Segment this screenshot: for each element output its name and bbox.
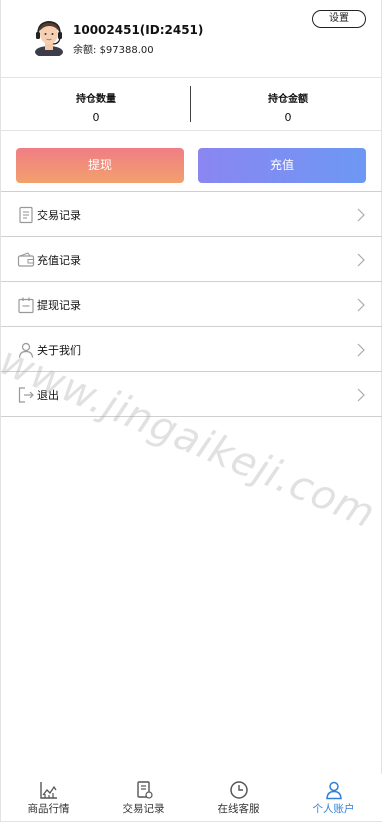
user-icon <box>325 781 342 800</box>
tab-trade-records[interactable]: 交易记录 <box>96 774 191 821</box>
menu-item-about-us[interactable]: 关于我们 <box>1 327 382 372</box>
menu-item-logout[interactable]: 退出 <box>1 372 382 417</box>
menu-item-label: 提现记录 <box>37 299 81 312</box>
balance-label: 余额: <box>73 45 97 56</box>
tab-online-service[interactable]: 在线客服 <box>191 774 286 821</box>
menu-item-withdraw-records[interactable]: 提现记录 <box>1 282 382 327</box>
tab-label: 交易记录 <box>122 803 165 815</box>
tab-label: 在线客服 <box>217 803 260 815</box>
document-icon <box>19 206 33 224</box>
clock-icon <box>229 781 248 799</box>
avatar <box>35 21 63 56</box>
chart-icon <box>39 782 57 799</box>
settings-button[interactable]: 设置 <box>312 10 366 28</box>
menu-item-label: 关于我们 <box>37 344 81 357</box>
holding-quantity: 持仓数量 0 <box>1 78 191 131</box>
user-id: 10002451(ID:2451) <box>73 23 204 37</box>
logout-icon <box>18 387 34 403</box>
chevron-right-icon <box>357 388 365 402</box>
wallet-icon <box>17 252 35 267</box>
chevron-right-icon <box>357 253 365 267</box>
menu-item-deposit-records[interactable]: 充值记录 <box>1 237 382 282</box>
chevron-right-icon <box>357 343 365 357</box>
holding-quantity-label: 持仓数量 <box>76 94 116 105</box>
tab-label: 个人账户 <box>312 803 355 815</box>
balance-value: $97388.00 <box>99 45 154 56</box>
holding-amount-label: 持仓金额 <box>268 94 308 105</box>
menu-item-label: 交易记录 <box>37 209 81 222</box>
person-icon <box>18 342 34 358</box>
chevron-right-icon <box>357 298 365 312</box>
action-buttons: 提现 充值 <box>1 131 382 192</box>
bottom-tab-bar: 商品行情 交易记录 在线客服 个人账户 <box>1 774 382 821</box>
tab-personal-account[interactable]: 个人账户 <box>286 774 381 821</box>
holdings-divider <box>190 86 191 122</box>
holding-amount-value: 0 <box>284 111 292 124</box>
balance: 余额: $97388.00 <box>73 41 154 56</box>
profile-header: 10002451(ID:2451) 余额: $97388.00 设置 <box>1 0 382 78</box>
tab-label: 商品行情 <box>27 803 70 815</box>
deposit-button[interactable]: 充值 <box>198 148 366 183</box>
holding-amount: 持仓金额 0 <box>193 78 382 131</box>
withdraw-button[interactable]: 提现 <box>16 148 184 183</box>
menu-item-label: 充值记录 <box>37 254 81 267</box>
menu-item-trade-records[interactable]: 交易记录 <box>1 192 382 237</box>
chevron-right-icon <box>357 208 365 222</box>
receipt-icon <box>136 781 153 799</box>
holding-quantity-value: 0 <box>92 111 100 124</box>
calendar-icon <box>18 297 34 314</box>
tab-market[interactable]: 商品行情 <box>1 774 96 821</box>
app-frame: 10002451(ID:2451) 余额: $97388.00 设置 持仓数量 … <box>0 0 382 822</box>
holdings-summary: 持仓数量 0 持仓金额 0 <box>1 78 382 131</box>
menu-item-label: 退出 <box>37 389 59 402</box>
